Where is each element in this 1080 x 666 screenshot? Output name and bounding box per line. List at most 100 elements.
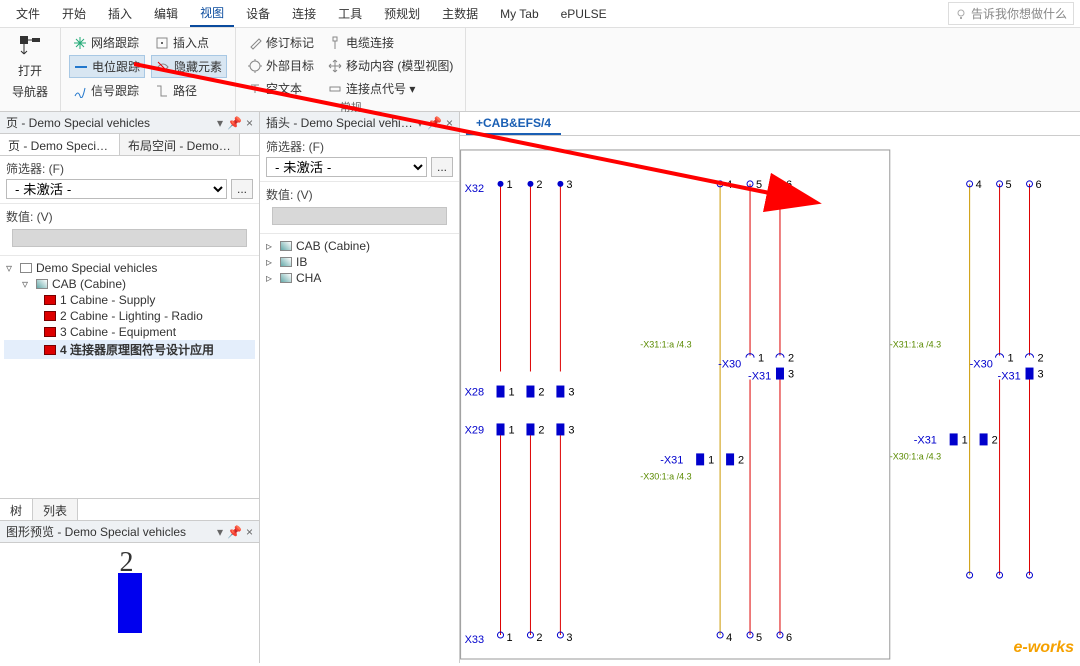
tree-cab[interactable]: ▿CAB (Cabine) <box>4 276 255 292</box>
dropdown-icon[interactable]: ▾ <box>217 116 223 130</box>
menu-start[interactable]: 开始 <box>52 1 96 26</box>
tree-root[interactable]: ▿Demo Special vehicles <box>4 260 255 276</box>
filter-label: 筛选器: (F) <box>6 160 253 177</box>
svg-text:6: 6 <box>786 179 792 191</box>
tab-pages[interactable]: 页 - Demo Special ve... <box>0 134 120 155</box>
plugs-title: 插头 - Demo Special vehicles <box>266 114 413 131</box>
cable-icon <box>328 36 342 50</box>
svg-text:1: 1 <box>758 353 764 365</box>
dropdown-icon[interactable]: ▾ <box>417 116 423 130</box>
plug-cha[interactable]: ▹CHA <box>264 270 455 286</box>
svg-text:6: 6 <box>1035 179 1041 191</box>
insert-point-button[interactable]: 插入点 <box>151 32 227 53</box>
svg-text:3: 3 <box>566 179 572 191</box>
menu-epulse[interactable]: ePULSE <box>551 3 617 25</box>
menu-insert[interactable]: 插入 <box>98 1 142 26</box>
label-x29: X29 <box>465 424 485 436</box>
svg-text:-X30: -X30 <box>970 359 993 371</box>
schematic-svg: X32 123 X28 123 X29 123 X33 123 <box>460 136 1080 663</box>
tree-child-4[interactable]: 4 连接器原理图符号设计应用 <box>4 340 255 359</box>
menu-device[interactable]: 设备 <box>236 1 280 26</box>
label-mx31b: -X31 <box>660 454 683 466</box>
preview-body: 2 <box>0 543 259 663</box>
canvas-tab[interactable]: +CAB&EFS/4 <box>466 113 561 135</box>
canvas-tabs: +CAB&EFS/4 <box>460 112 1080 136</box>
close-icon[interactable]: × <box>246 116 253 130</box>
tree-child-1[interactable]: 1 Cabine - Supply <box>4 292 255 308</box>
pin-icon[interactable]: 📌 <box>227 116 242 130</box>
dropdown-icon[interactable]: ▾ <box>217 525 223 539</box>
cable-connect-button[interactable]: 电缆连接 <box>324 32 457 53</box>
filter-select[interactable]: - 未激活 - <box>6 179 227 199</box>
mid-filter-select[interactable]: - 未激活 - <box>266 157 427 177</box>
menu-edit[interactable]: 编辑 <box>144 1 188 26</box>
menu-master[interactable]: 主数据 <box>432 1 488 26</box>
label-mx31a: -X31 <box>748 371 771 383</box>
canvas[interactable]: X32 123 X28 123 X29 123 X33 123 <box>460 136 1080 663</box>
filter-more-button[interactable]: ... <box>231 179 253 199</box>
filter-section: 筛选器: (F) - 未激活 - ... <box>0 156 259 204</box>
pin-icon[interactable]: 📌 <box>227 525 242 539</box>
mid-value-bar <box>272 207 447 225</box>
hide-icon <box>156 60 170 74</box>
svg-text:2: 2 <box>536 632 542 644</box>
svg-text:3: 3 <box>1037 369 1043 381</box>
pages-tree: ▿Demo Special vehicles ▿CAB (Cabine) 1 C… <box>0 256 259 498</box>
ribbon-group-1: 网络跟踪 电位跟踪 信号跟踪 插入点 隐藏元素 路径 <box>61 28 236 111</box>
menu-view[interactable]: 视图 <box>190 0 234 27</box>
ribbon: 打开 导航器 网络跟踪 电位跟踪 信号跟踪 插入点 隐藏元素 路径 修订标记 外… <box>0 28 1080 112</box>
signal-trace-button[interactable]: 信号跟踪 <box>69 80 145 101</box>
potential-trace-button[interactable]: 电位跟踪 <box>69 55 145 78</box>
menu-file[interactable]: 文件 <box>6 1 50 26</box>
move-icon <box>328 59 342 73</box>
svg-text:2: 2 <box>1037 353 1043 365</box>
pin-icon[interactable]: 📌 <box>427 116 442 130</box>
plug-ib[interactable]: ▹IB <box>264 254 455 270</box>
svg-text:-X31: -X31 <box>998 371 1021 383</box>
path-button[interactable]: 路径 <box>151 80 227 101</box>
svg-text:5: 5 <box>756 632 762 644</box>
svg-text:4: 4 <box>726 632 732 644</box>
plugs-header: 插头 - Demo Special vehicles ▾ 📌 × <box>260 112 459 134</box>
search-box[interactable]: 告诉我你想做什么 <box>948 2 1074 25</box>
menu-tools[interactable]: 工具 <box>328 1 372 26</box>
svg-text:3: 3 <box>566 632 572 644</box>
svg-text:2: 2 <box>738 454 744 466</box>
svg-text:1: 1 <box>962 434 968 446</box>
mid-filter-more[interactable]: ... <box>431 157 453 177</box>
move-content-button[interactable]: 移动内容 (模型视图) <box>324 55 457 76</box>
preview-panel: 图形预览 - Demo Special vehicles ▾📌× 2 <box>0 520 259 663</box>
point-icon <box>155 36 169 50</box>
close-icon[interactable]: × <box>446 116 453 130</box>
tab-list[interactable]: 列表 <box>33 499 78 520</box>
tab-layout[interactable]: 布局空间 - Demo Spe... <box>120 134 240 155</box>
menu-mytab[interactable]: My Tab <box>490 3 548 25</box>
signal-icon <box>73 84 87 98</box>
plug-cab[interactable]: ▹CAB (Cabine) <box>264 238 455 254</box>
preview-shape <box>118 573 142 633</box>
external-target-button[interactable]: 外部目标 <box>244 55 318 76</box>
preview-number: 2 <box>120 547 134 579</box>
conn-point-code-button[interactable]: 连接点代号 ▾ <box>324 78 457 99</box>
tree-child-3[interactable]: 3 Cabine - Equipment <box>4 324 255 340</box>
rev-icon <box>248 36 262 50</box>
revision-mark-button[interactable]: 修订标记 <box>244 32 318 53</box>
nav-sub: 导航器 <box>12 83 48 100</box>
open-navigator-button[interactable]: 打开 导航器 <box>8 32 52 102</box>
close-icon[interactable]: × <box>246 525 253 539</box>
menu-connect[interactable]: 连接 <box>282 1 326 26</box>
pages-tabs: 页 - Demo Special ve... 布局空间 - Demo Spe..… <box>0 134 259 156</box>
tab-tree[interactable]: 树 <box>0 499 33 520</box>
value-bar <box>12 229 247 247</box>
tree-child-2[interactable]: 2 Cabine - Lighting - Radio <box>4 308 255 324</box>
menu-preplan[interactable]: 预规划 <box>374 1 430 26</box>
svg-text:1: 1 <box>507 179 513 191</box>
hide-element-button[interactable]: 隐藏元素 <box>151 55 227 78</box>
svg-text:1: 1 <box>508 424 514 436</box>
empty-text-button[interactable]: 空文本 <box>244 78 318 99</box>
label-g2: -X30:1:a /4.3 <box>640 471 691 481</box>
svg-text:3: 3 <box>568 387 574 399</box>
net-trace-button[interactable]: 网络跟踪 <box>69 32 145 53</box>
open-label: 打开 <box>18 62 42 79</box>
svg-text:2: 2 <box>538 424 544 436</box>
